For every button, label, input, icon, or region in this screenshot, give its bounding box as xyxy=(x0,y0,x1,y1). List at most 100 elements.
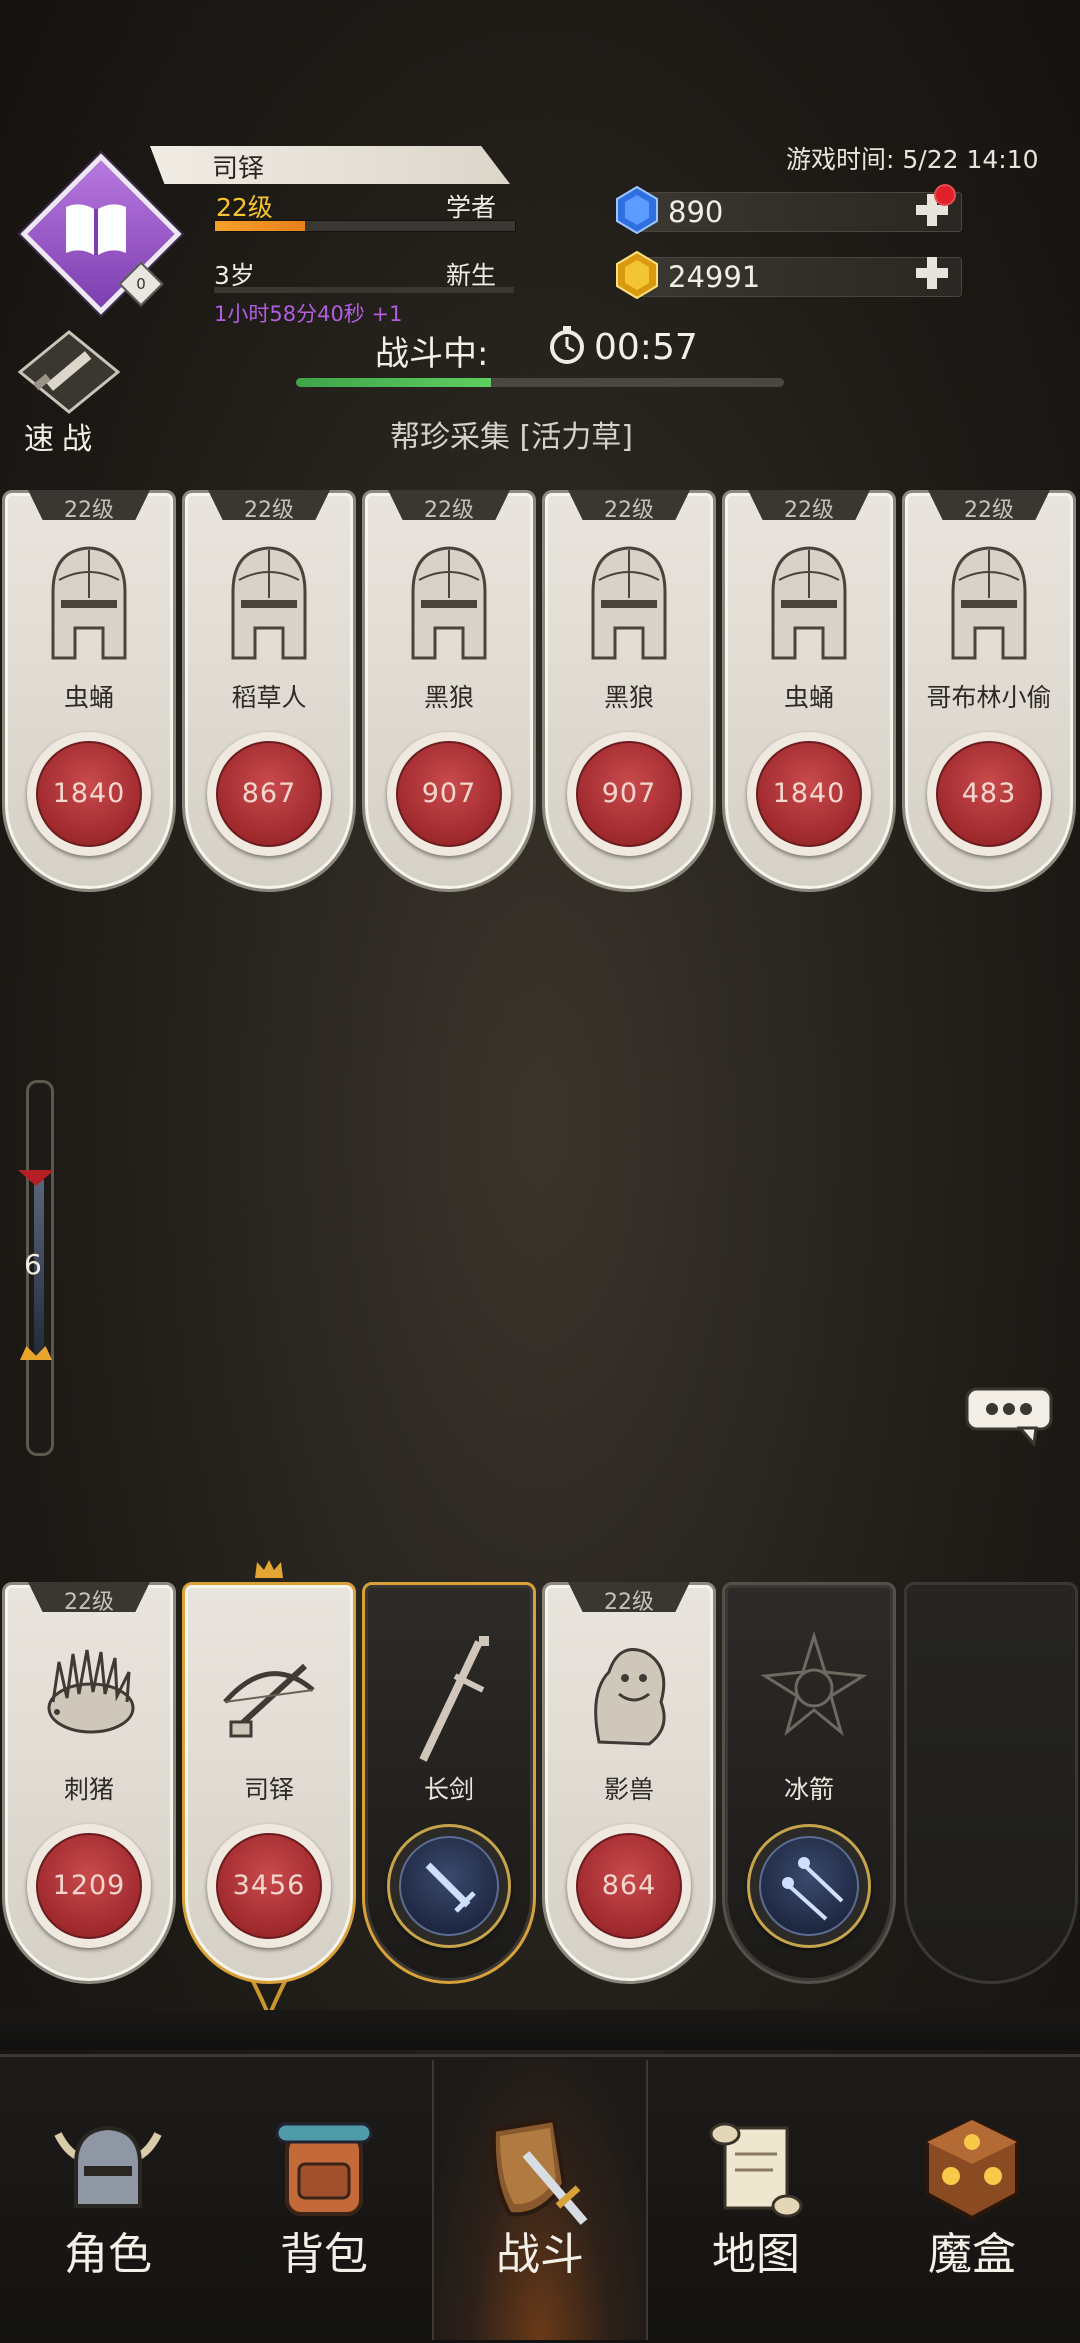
current-quest: 帮珍采集 [活力草] xyxy=(390,420,633,455)
hp-value: 1840 xyxy=(36,741,142,847)
card-level: 22级 xyxy=(784,498,834,523)
party-card[interactable]: 22级刺猪 1209 xyxy=(2,1582,176,1984)
skill-card[interactable]: 长剑 xyxy=(362,1582,536,1984)
hp-orb: 483 xyxy=(927,732,1051,856)
nav-tab-role[interactable]: 角色 xyxy=(0,2060,216,2340)
hp-orb: 3456 xyxy=(207,1824,331,1948)
card-level: 22级 xyxy=(64,1590,114,1615)
card-name: 哥布林小偷 xyxy=(926,683,1052,712)
enemy-card[interactable]: 22级黑狼 907 xyxy=(542,490,716,892)
skill-orb xyxy=(399,1836,499,1936)
quick-battle-icon[interactable] xyxy=(14,330,124,420)
backpack-icon xyxy=(269,2114,379,2222)
empty-party-slot[interactable] xyxy=(904,1582,1078,1984)
enemy-card[interactable]: 22级虫蛹 1840 xyxy=(2,490,176,892)
hp-orb xyxy=(747,1824,871,1948)
nav-label: 角色 xyxy=(64,2229,152,2280)
skill-card[interactable]: 冰箭 xyxy=(722,1582,896,1984)
player-name: 司铎 xyxy=(212,154,265,184)
hp-orb: 907 xyxy=(567,732,691,856)
hp-orb: 867 xyxy=(207,732,331,856)
gem-count: 890 xyxy=(668,195,724,229)
player-level: 22级 xyxy=(216,193,273,222)
battle-progress-bar xyxy=(296,378,784,387)
nav-label: 地图 xyxy=(712,2229,800,2280)
card-level: 22级 xyxy=(604,1590,654,1615)
ice-arrow-icon xyxy=(759,1630,869,1756)
level-progress-bar xyxy=(214,220,516,232)
game-time: 游戏时间: 5/22 14:10 xyxy=(786,145,1039,174)
card-name: 虫蛹 xyxy=(63,683,114,712)
hp-orb: 1209 xyxy=(27,1824,151,1948)
nav-tab-map[interactable]: 地图 xyxy=(648,2060,864,2340)
helmet-icon xyxy=(579,540,679,674)
nav-label: 背包 xyxy=(280,2229,368,2280)
notification-dot xyxy=(934,184,956,206)
card-name: 冰箭 xyxy=(783,1775,834,1804)
nav-tab-bag[interactable]: 背包 xyxy=(216,2060,432,2340)
hp-value: 483 xyxy=(936,741,1042,847)
stopwatch-icon xyxy=(550,326,584,364)
party-card[interactable]: 司铎 3456 xyxy=(182,1582,356,1984)
crossbow-icon xyxy=(219,1632,319,1756)
magic-cube-icon xyxy=(917,2114,1027,2228)
nav-tab-box[interactable]: 魔盒 xyxy=(864,2060,1080,2340)
card-name: 司铎 xyxy=(243,1775,294,1804)
add-gold-button[interactable] xyxy=(912,253,952,293)
card-level: 22级 xyxy=(244,498,294,523)
hp-orb: 907 xyxy=(387,732,511,856)
porcupine-icon xyxy=(39,1632,139,1756)
gold-count: 24991 xyxy=(668,260,761,294)
hp-orb: 1840 xyxy=(27,732,151,856)
chat-bubble-icon[interactable] xyxy=(964,1386,1054,1448)
card-name: 虫蛹 xyxy=(783,683,834,712)
blue-gem-icon xyxy=(616,185,658,235)
battle-status: 战斗中: xyxy=(375,334,489,374)
helmet-icon xyxy=(939,540,1039,674)
age-progress-bar xyxy=(214,287,514,293)
enemy-card[interactable]: 22级黑狼 907 xyxy=(362,490,536,892)
enemy-card[interactable]: 22级哥布林小偷 483 xyxy=(902,490,1076,892)
hp-value: 907 xyxy=(576,741,682,847)
divider xyxy=(0,2010,1080,2050)
hp-orb xyxy=(387,1824,511,1948)
sword-icon xyxy=(399,1632,499,1776)
gold-gem-icon xyxy=(616,250,658,300)
hp-value: 1840 xyxy=(756,741,862,847)
hp-value: 907 xyxy=(396,741,502,847)
card-name: 黑狼 xyxy=(423,683,474,712)
helmet-icon xyxy=(399,540,499,674)
nav-label: 魔盒 xyxy=(928,2229,1016,2280)
card-level: 22级 xyxy=(964,498,1014,523)
skill-orb xyxy=(759,1836,859,1936)
scroll-map-icon xyxy=(701,2114,811,2228)
card-name: 稻草人 xyxy=(231,683,307,712)
hp-value: 3456 xyxy=(216,1833,322,1939)
card-name: 影兽 xyxy=(603,1775,654,1804)
enemy-card[interactable]: 22级稻草人 867 xyxy=(182,490,356,892)
helmet-icon xyxy=(48,2114,168,2218)
player-class: 学者 xyxy=(446,193,497,222)
quick-battle-button[interactable]: 速战 xyxy=(24,414,100,458)
avatar[interactable]: 0 xyxy=(20,153,182,315)
card-level: 22级 xyxy=(64,498,114,523)
leader-crown-icon xyxy=(255,1560,283,1578)
card-level: 22级 xyxy=(604,498,654,523)
hp-orb: 864 xyxy=(567,1824,691,1948)
card-name: 黑狼 xyxy=(603,683,654,712)
nav-label: 战斗 xyxy=(496,2229,584,2280)
gauge-value: 6 xyxy=(24,1248,42,1281)
book-icon xyxy=(66,204,126,255)
shadow-beast-icon xyxy=(579,1632,679,1766)
age-timer: 1小时58分40秒 +1 xyxy=(214,302,403,326)
enemy-card[interactable]: 22级虫蛹 1840 xyxy=(722,490,896,892)
party-card[interactable]: 22级影兽 864 xyxy=(542,1582,716,1984)
nav-tab-battle[interactable]: 战斗 xyxy=(432,2060,648,2340)
helmet-icon xyxy=(219,540,319,674)
name-plate xyxy=(150,146,510,184)
hp-orb: 1840 xyxy=(747,732,871,856)
hp-value: 1209 xyxy=(36,1833,142,1939)
hp-value: 864 xyxy=(576,1833,682,1939)
card-name: 刺猪 xyxy=(63,1775,114,1804)
card-level: 22级 xyxy=(424,498,474,523)
